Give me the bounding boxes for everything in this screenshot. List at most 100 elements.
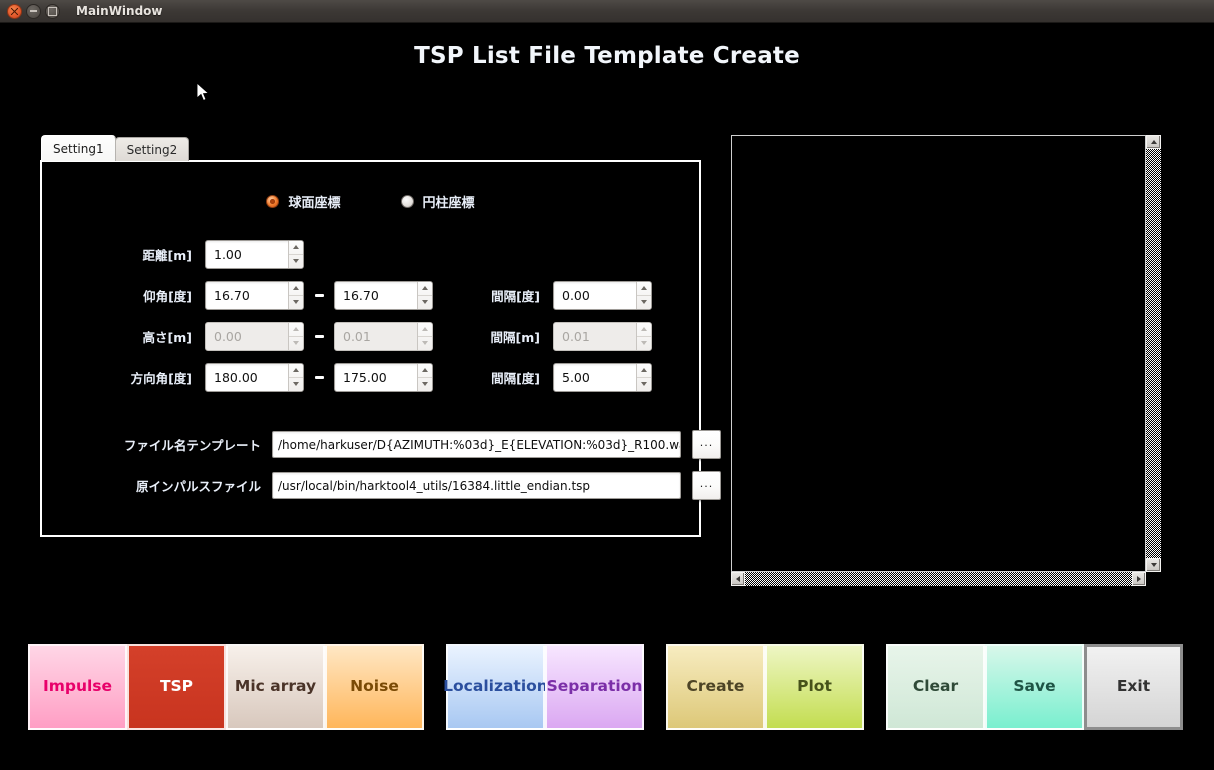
step-value-spinner[interactable]: 5.00 bbox=[553, 363, 652, 392]
action-button-separation[interactable]: Separation bbox=[545, 644, 644, 730]
start-value-spinner-decrement-icon[interactable] bbox=[289, 378, 303, 391]
end-value-spinner[interactable]: 16.70 bbox=[334, 281, 433, 310]
tab-strip: Setting1Setting2 bbox=[40, 135, 701, 161]
scroll-up-icon[interactable] bbox=[1146, 135, 1161, 149]
start-value-spinner-increment-icon[interactable] bbox=[289, 364, 303, 378]
action-button-localization[interactable]: Localization bbox=[446, 644, 545, 730]
action-button-exit[interactable]: Exit bbox=[1084, 644, 1183, 730]
start-value-spinner-steppers[interactable] bbox=[288, 364, 303, 391]
action-button-create[interactable]: Create bbox=[666, 644, 765, 730]
end-value-spinner-decrement-icon[interactable] bbox=[418, 296, 432, 309]
scroll-right-icon[interactable] bbox=[1132, 572, 1146, 586]
start-value-spinner-decrement-icon[interactable] bbox=[289, 255, 303, 268]
step-value-spinner-steppers[interactable] bbox=[636, 282, 651, 309]
step-value-spinner-value[interactable]: 5.00 bbox=[554, 364, 636, 391]
start-value-spinner-value[interactable]: 180.00 bbox=[206, 364, 288, 391]
start-value-spinner-value[interactable]: 16.70 bbox=[206, 282, 288, 309]
radio-button-icon[interactable] bbox=[266, 195, 279, 208]
plot-canvas[interactable] bbox=[731, 135, 1146, 572]
action-button-clear[interactable]: Clear bbox=[886, 644, 985, 730]
tab-setting2[interactable]: Setting2 bbox=[115, 137, 190, 161]
end-value-spinner-increment-icon[interactable] bbox=[418, 364, 432, 378]
start-value-spinner-value: 0.00 bbox=[206, 323, 288, 350]
form-row: 距離[m]1.00 bbox=[42, 234, 699, 274]
action-button-save[interactable]: Save bbox=[985, 644, 1084, 730]
range-separator-icon bbox=[304, 294, 334, 297]
action-button-plot[interactable]: Plot bbox=[765, 644, 864, 730]
end-value-spinner-decrement-icon bbox=[418, 337, 432, 350]
step-value-spinner-increment-icon bbox=[637, 323, 651, 337]
path-input[interactable]: /usr/local/bin/harktool4_utils/16384.lit… bbox=[272, 472, 681, 499]
parameter-form: 距離[m]1.00仰角[度]16.7016.70間隔[度]0.00高さ[m]0.… bbox=[42, 234, 699, 398]
action-button-impulse[interactable]: Impulse bbox=[28, 644, 127, 730]
button-group-file: ClearSaveExit bbox=[886, 644, 1183, 730]
browse-button[interactable]: ... bbox=[692, 471, 721, 500]
horizontal-scrollbar[interactable] bbox=[731, 572, 1146, 586]
step-value-spinner[interactable]: 0.00 bbox=[553, 281, 652, 310]
end-value-spinner-steppers bbox=[417, 323, 432, 350]
browse-button[interactable]: ... bbox=[692, 430, 721, 459]
end-value-spinner-decrement-icon[interactable] bbox=[418, 378, 432, 391]
end-value-spinner-increment-icon[interactable] bbox=[418, 282, 432, 296]
start-value-spinner-increment-icon[interactable] bbox=[289, 282, 303, 296]
scrollbar-corner bbox=[1146, 572, 1161, 586]
window-title: MainWindow bbox=[76, 4, 163, 18]
step-value-spinner-decrement-icon[interactable] bbox=[637, 378, 651, 391]
start-value-spinner-decrement-icon[interactable] bbox=[289, 296, 303, 309]
tab-panel-setting1: 球面座標円柱座標 距離[m]1.00仰角[度]16.7016.70間隔[度]0.… bbox=[40, 160, 701, 537]
step-value-spinner-decrement-icon[interactable] bbox=[637, 296, 651, 309]
start-value-spinner[interactable]: 180.00 bbox=[205, 363, 304, 392]
end-value-spinner[interactable]: 175.00 bbox=[334, 363, 433, 392]
end-value-spinner-value[interactable]: 175.00 bbox=[335, 364, 417, 391]
start-value-spinner[interactable]: 1.00 bbox=[205, 240, 304, 269]
form-row-label: 距離[m] bbox=[42, 245, 205, 264]
start-value-spinner-increment-icon[interactable] bbox=[289, 241, 303, 255]
step-label: 間隔[度] bbox=[433, 286, 553, 305]
vertical-scrollbar[interactable] bbox=[1146, 135, 1161, 572]
start-value-spinner[interactable]: 16.70 bbox=[205, 281, 304, 310]
action-button-tsp[interactable]: TSP bbox=[127, 644, 226, 730]
radio-option-1[interactable]: 円柱座標 bbox=[401, 192, 475, 211]
start-value-spinner: 0.00 bbox=[205, 322, 304, 351]
radio-option-label: 球面座標 bbox=[288, 192, 340, 211]
step-value-spinner-value[interactable]: 0.00 bbox=[554, 282, 636, 309]
main-window: MainWindow TSP List File Template Create… bbox=[0, 0, 1214, 770]
end-value-spinner-value: 0.01 bbox=[335, 323, 417, 350]
scroll-left-icon[interactable] bbox=[731, 572, 745, 586]
action-button-noise[interactable]: Noise bbox=[325, 644, 424, 730]
start-value-spinner-steppers[interactable] bbox=[288, 241, 303, 268]
coordinate-mode-radios: 球面座標 円柱座標 bbox=[42, 192, 699, 211]
maximize-icon[interactable] bbox=[45, 4, 60, 19]
end-value-spinner-steppers[interactable] bbox=[417, 364, 432, 391]
step-value-spinner-increment-icon[interactable] bbox=[637, 282, 651, 296]
step-value-spinner-value: 0.01 bbox=[554, 323, 636, 350]
step-label: 間隔[m] bbox=[433, 327, 553, 346]
step-label: 間隔[度] bbox=[433, 368, 553, 387]
end-value-spinner-steppers[interactable] bbox=[417, 282, 432, 309]
radio-option-0[interactable]: 球面座標 bbox=[266, 192, 340, 211]
plot-panel bbox=[731, 135, 1161, 586]
tab-setting1[interactable]: Setting1 bbox=[41, 135, 116, 161]
minimize-icon[interactable] bbox=[26, 4, 41, 19]
button-group-modes: ImpulseTSPMic arrayNoise bbox=[28, 644, 424, 730]
end-value-spinner-value[interactable]: 16.70 bbox=[335, 282, 417, 309]
client-area: TSP List File Template Create Setting1Se… bbox=[0, 23, 1214, 770]
button-group-processing: LocalizationSeparation bbox=[446, 644, 644, 730]
page-title: TSP List File Template Create bbox=[0, 43, 1214, 69]
step-value-spinner: 0.01 bbox=[553, 322, 652, 351]
mouse-cursor bbox=[197, 83, 211, 103]
path-row: ファイル名テンプレート/home/harkuser/D{AZIMUTH:%03d… bbox=[42, 424, 699, 465]
radio-button-icon[interactable] bbox=[401, 195, 414, 208]
action-button-mic-array[interactable]: Mic array bbox=[226, 644, 325, 730]
path-input[interactable]: /home/harkuser/D{AZIMUTH:%03d}_E{ELEVATI… bbox=[272, 431, 681, 458]
button-group-actions: CreatePlot bbox=[666, 644, 864, 730]
radio-option-label: 円柱座標 bbox=[423, 192, 475, 211]
step-value-spinner-increment-icon[interactable] bbox=[637, 364, 651, 378]
end-value-spinner-increment-icon bbox=[418, 323, 432, 337]
start-value-spinner-value[interactable]: 1.00 bbox=[206, 241, 288, 268]
scroll-down-icon[interactable] bbox=[1146, 558, 1161, 572]
close-icon[interactable] bbox=[7, 4, 22, 19]
start-value-spinner-steppers[interactable] bbox=[288, 282, 303, 309]
step-value-spinner-steppers[interactable] bbox=[636, 364, 651, 391]
form-row-label: 仰角[度] bbox=[42, 286, 205, 305]
